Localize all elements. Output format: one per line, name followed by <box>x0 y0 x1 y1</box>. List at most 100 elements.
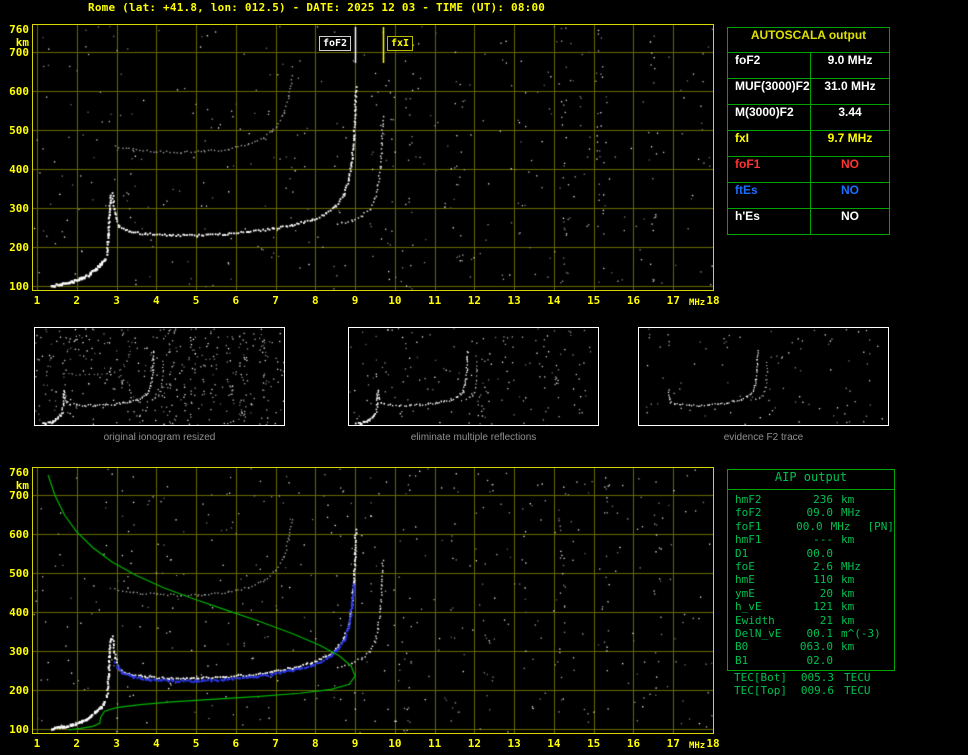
x-axis-tick: 4 <box>152 737 160 750</box>
panel-caption-f2-trace: evidence F2 trace <box>723 432 804 443</box>
y-axis-tick: 760 <box>9 22 29 36</box>
x-axis-tick: 7 <box>272 737 279 750</box>
foF2-annotation-label: foF2 <box>319 36 352 51</box>
autoscala-row: MUF(3000)F2 31.0 MHz <box>728 79 889 105</box>
aip-param: hmF2 <box>735 493 762 506</box>
aip-note <box>871 560 894 573</box>
autoscala-screen: Rome (lat: +41.8, lon: 012.5) - DATE: 20… <box>0 0 968 755</box>
x-axis-tick: 6 <box>232 294 240 307</box>
autoscala-param: M(3000)F2 <box>728 105 811 130</box>
autoscala-param: ftEs <box>728 183 811 208</box>
fxI-annotation-label: fxI <box>387 36 414 51</box>
tec-row: TEC[Top] 009.6 TECU <box>727 684 895 697</box>
y-axis-tick: 300 <box>9 202 29 216</box>
x-axis-tick: 16 <box>626 737 641 750</box>
x-axis-tick: 12 <box>467 737 482 750</box>
aip-row: DelN_vE 00.1 m^(-3) <box>728 627 894 640</box>
tec-row: TEC[Bot] 005.3 TECU <box>727 671 895 684</box>
tec-rows: TEC[Bot] 005.3 TECU TEC[Top] 009.6 TECU <box>727 671 895 697</box>
aip-param: hmE <box>735 573 755 587</box>
x-axis-unit-label: MHz <box>688 741 706 751</box>
aip-unit: m^(-3) <box>841 626 881 640</box>
autoscala-value: 31.0 MHz <box>824 79 876 93</box>
aip-note <box>871 547 894 560</box>
aip-note <box>871 600 894 613</box>
aip-row: foE 2.6 MHz <box>728 560 894 573</box>
y-axis-tick: 760 <box>9 465 29 479</box>
aip-unit: MHz <box>841 559 861 573</box>
x-axis-tick: 12 <box>467 294 482 307</box>
aip-row: D1 00.0 <box>728 547 894 560</box>
aip-unit: km <box>841 533 855 547</box>
aip-unit <box>833 654 871 667</box>
station-title: Rome (lat: +41.8, lon: 012.5) - DATE: 20… <box>88 1 546 14</box>
aip-note <box>871 506 894 519</box>
bottom-ionogram-canvas <box>33 468 713 733</box>
aip-param: h_vE <box>735 600 762 614</box>
aip-unit: km <box>841 493 855 506</box>
x-axis-tick: 1 <box>33 737 41 750</box>
aip-row: foF1 00.0 MHz [PN] <box>728 520 894 533</box>
aip-value: 20 <box>819 586 833 600</box>
tec-param: TEC[Bot] <box>734 671 787 684</box>
aip-unit <box>833 547 871 560</box>
aip-param: ymE <box>735 586 755 600</box>
x-axis-tick: 3 <box>113 737 120 750</box>
aip-param: hmF1 <box>735 533 762 547</box>
x-axis-tick: 17 <box>666 737 680 750</box>
aip-value: 063.0 <box>799 640 833 654</box>
aip-param: foE <box>735 559 755 573</box>
aip-value: 09.0 <box>806 506 834 520</box>
top-ionogram-canvas <box>33 25 713 290</box>
y-axis-tick: 400 <box>9 163 29 177</box>
aip-note <box>871 654 894 667</box>
aip-param: foF2 <box>735 506 762 520</box>
y-axis-tick: 100 <box>9 280 29 294</box>
autoscala-param: h'Es <box>728 209 811 234</box>
autoscala-table-title: AUTOSCALA output <box>728 28 889 53</box>
autoscala-row: ftEs NO <box>728 183 889 209</box>
aip-row: hmF2 236 km <box>728 493 894 506</box>
aip-unit: km <box>841 573 855 587</box>
aip-output-table: AIP output hmF2 236 km foF2 09.0 MHz foF1 00.0 M… <box>727 469 895 672</box>
aip-row: hmE 110 km <box>728 573 894 586</box>
autoscala-row: M(3000)F2 3.44 <box>728 105 889 131</box>
panel-no-multiples-canvas <box>349 328 598 425</box>
aip-table-title: AIP output <box>728 470 894 490</box>
processing-panel-original <box>34 327 285 426</box>
aip-note <box>871 533 894 546</box>
tec-value: 005.3 <box>800 671 834 684</box>
aip-unit: MHz <box>841 506 861 520</box>
y-axis-tick: 600 <box>9 528 29 542</box>
x-axis-tick: 8 <box>312 737 319 750</box>
autoscala-value: NO <box>841 157 859 171</box>
panel-original-canvas <box>35 328 284 425</box>
x-axis-tick: 15 <box>587 294 601 307</box>
aip-value: --- <box>813 533 833 547</box>
aip-value: 00.0 <box>796 519 823 533</box>
autoscala-param: MUF(3000)F2 <box>728 79 811 104</box>
autoscala-param: foF1 <box>728 157 811 182</box>
x-axis-tick: 10 <box>388 294 402 307</box>
aip-row: B1 02.0 <box>728 654 894 667</box>
bottom-ionogram-plot: 760 km 700 600 500 400 300 200 100 1 2 3 4 5 6 7 8 9 10 11 1… <box>9 466 720 751</box>
aip-row: foF2 09.0 MHz <box>728 506 894 519</box>
y-axis-tick: 700 <box>9 489 29 503</box>
tec-value: 009.6 <box>800 684 834 697</box>
autoscala-value: NO <box>841 183 859 197</box>
aip-unit: km <box>841 613 855 627</box>
x-axis-tick: 7 <box>272 294 279 307</box>
x-axis-tick: 13 <box>507 737 521 750</box>
x-axis-tick: 11 <box>428 294 442 307</box>
x-axis-tick: 5 <box>192 737 200 750</box>
autoscala-row: h'Es NO <box>728 209 889 234</box>
aip-value: 110 <box>813 573 833 587</box>
x-axis-tick: 8 <box>312 294 319 307</box>
x-axis-tick: 1 <box>33 294 41 307</box>
aip-param: Ewidth <box>735 613 775 627</box>
x-axis-unit-label: MHz <box>688 298 706 308</box>
x-axis-tick: 5 <box>192 294 200 307</box>
aip-param: foF1 <box>735 519 762 533</box>
autoscala-row: fxI 9.7 MHz <box>728 131 889 157</box>
processing-panel-f2-trace <box>638 327 889 426</box>
